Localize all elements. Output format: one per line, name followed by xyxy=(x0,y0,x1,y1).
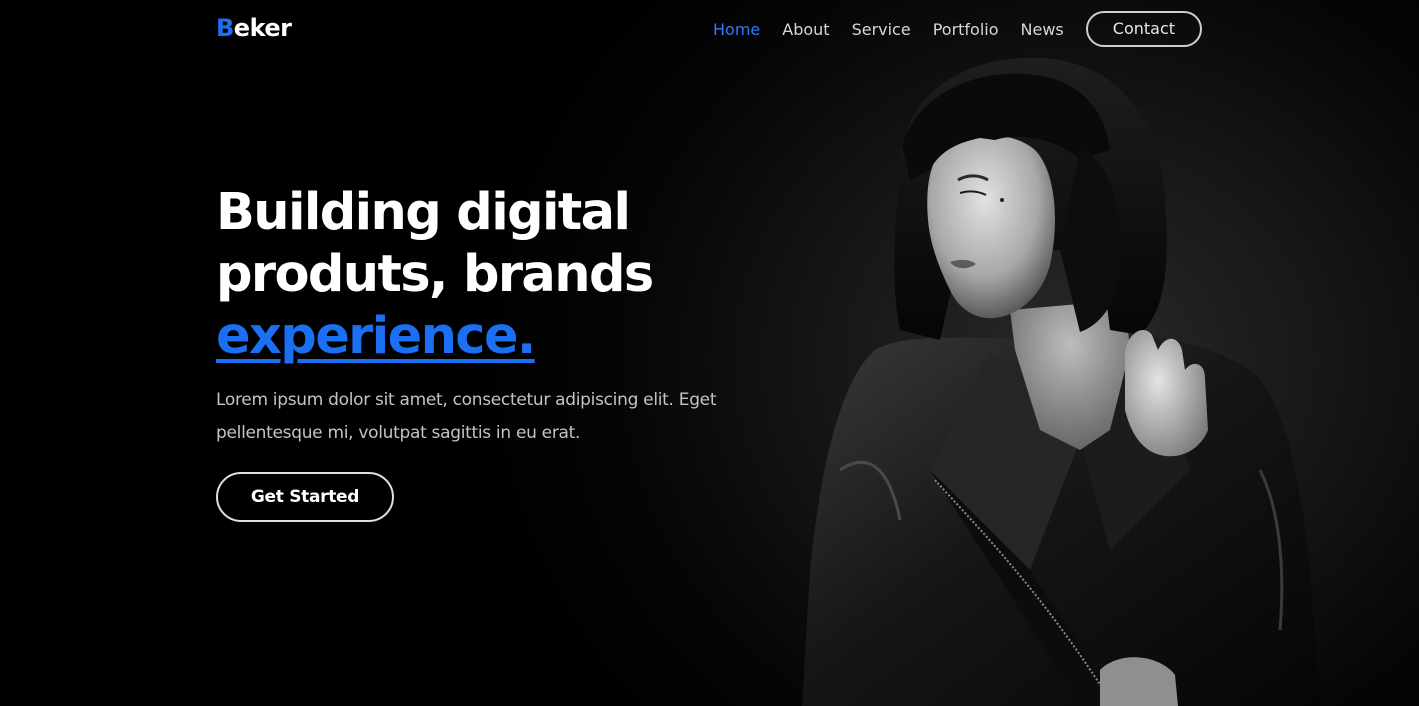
headline-line-1: Building digital xyxy=(216,183,631,242)
logo-accent-letter: B xyxy=(216,14,234,42)
hero-description: Lorem ipsum dolor sit amet, consectetur … xyxy=(216,390,717,443)
headline-highlight: experience. xyxy=(216,307,536,366)
hero-headline: Building digital produts, brands experie… xyxy=(216,182,756,368)
nav-item-home[interactable]: Home xyxy=(713,20,760,39)
nav-item-about[interactable]: About xyxy=(782,20,829,39)
hero-section: Beker Home About Service Portfolio News … xyxy=(0,0,1419,706)
main-nav: Home About Service Portfolio News Contac… xyxy=(713,11,1203,47)
hero-portrait-image xyxy=(802,57,1320,706)
get-started-button[interactable]: Get Started xyxy=(216,472,394,522)
nav-item-news[interactable]: News xyxy=(1021,20,1064,39)
logo-text: eker xyxy=(233,14,292,42)
headline-line-2: produts, brands xyxy=(216,245,654,304)
brand-logo[interactable]: Beker xyxy=(216,14,292,42)
site-header: Beker Home About Service Portfolio News … xyxy=(0,0,1419,60)
nav-item-service[interactable]: Service xyxy=(852,20,911,39)
contact-button[interactable]: Contact xyxy=(1085,11,1203,47)
nav-item-portfolio[interactable]: Portfolio xyxy=(933,20,999,39)
